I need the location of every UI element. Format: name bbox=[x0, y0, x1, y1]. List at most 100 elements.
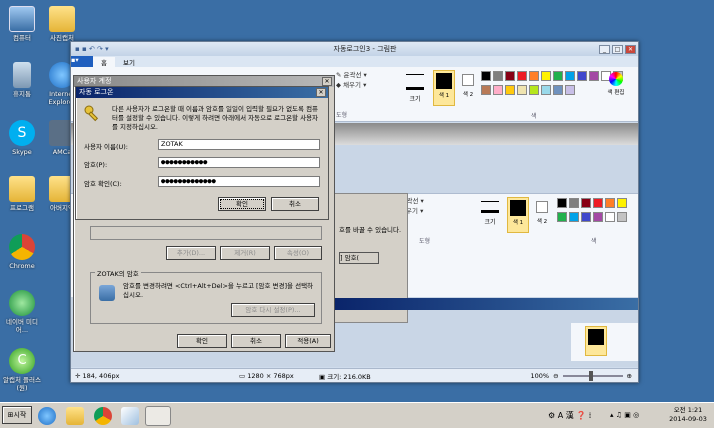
tab-view[interactable]: 보기 bbox=[115, 57, 143, 67]
color2-button[interactable]: 색 2 bbox=[458, 70, 478, 98]
desktop-icon-alcapture[interactable]: C 알캡처 플러스(원) bbox=[0, 348, 44, 392]
cancel-button[interactable]: 취소 bbox=[231, 334, 281, 348]
fill-button[interactable]: ◆ 채우기 ▾ bbox=[336, 80, 386, 90]
color-swatch[interactable] bbox=[517, 71, 527, 81]
image-dimensions: ▭ 1280 × 768px bbox=[239, 371, 294, 380]
tab-home[interactable]: 홈 bbox=[93, 56, 115, 67]
color-swatch[interactable] bbox=[481, 71, 491, 81]
add-user-button[interactable]: 추가(D)... bbox=[166, 246, 216, 260]
colors-group-label: 색 bbox=[531, 113, 537, 120]
desktop-icon-label: Chrome bbox=[9, 262, 35, 270]
desktop-icon-label: 프로그램 bbox=[10, 204, 34, 212]
inner-color-palette bbox=[556, 197, 636, 225]
desktop-icon-chrome[interactable]: Chrome bbox=[0, 234, 44, 270]
color-swatch[interactable] bbox=[493, 71, 503, 81]
color-swatch[interactable] bbox=[517, 85, 527, 95]
cancel-button[interactable]: 취소 bbox=[271, 197, 319, 211]
desktop-icon-label: 알캡처 플러스(원) bbox=[3, 376, 41, 392]
desktop-icon-naver-media[interactable]: 네이버 미디어... bbox=[0, 290, 44, 334]
auto-logon-dialog: 자동 로그온 ✕ 다른 사용자가 로그온할 때 이름과 암호를 일일이 입력할 … bbox=[75, 86, 329, 220]
color-swatch[interactable] bbox=[569, 198, 579, 208]
minimize-button[interactable]: _ bbox=[599, 44, 610, 54]
color-swatch[interactable] bbox=[569, 212, 579, 222]
clock[interactable]: 오전 1:21 2014-09-03 bbox=[664, 406, 712, 424]
color-swatch[interactable] bbox=[529, 85, 539, 95]
ok-button[interactable]: 확인 bbox=[218, 197, 266, 211]
zoom-in-button[interactable]: ⊕ bbox=[627, 372, 632, 380]
password-label: 암호(P): bbox=[84, 161, 108, 169]
color-swatch[interactable] bbox=[505, 71, 515, 81]
chrome-icon[interactable] bbox=[94, 407, 112, 425]
file-explorer-icon[interactable] bbox=[66, 407, 84, 425]
color-swatch[interactable] bbox=[605, 198, 615, 208]
color-swatch[interactable] bbox=[541, 71, 551, 81]
color1-button[interactable]: 색 1 bbox=[433, 70, 455, 106]
color-swatch[interactable] bbox=[581, 198, 591, 208]
remove-user-button[interactable]: 제거(R) bbox=[220, 246, 270, 260]
desktop-icon-label: Skype bbox=[12, 148, 32, 156]
color-swatch[interactable] bbox=[505, 85, 515, 95]
color-swatch[interactable] bbox=[541, 85, 551, 95]
edit-colors-button[interactable]: 색 편집 bbox=[606, 70, 626, 96]
color-swatch[interactable] bbox=[553, 85, 563, 95]
color-swatch[interactable] bbox=[581, 212, 591, 222]
tray-icons[interactable]: ⚙ A 漢 ❓ ⁞ bbox=[548, 410, 591, 421]
desktop-icon-label: 휴지통 bbox=[13, 90, 31, 98]
properties-button[interactable]: 속성(O) bbox=[274, 246, 322, 260]
color-swatch[interactable] bbox=[529, 71, 539, 81]
user-accounts-taskbar-icon[interactable] bbox=[145, 406, 171, 426]
dialog-close-button[interactable]: ✕ bbox=[316, 88, 326, 97]
groupbox-title: ZOTAK의 암호 bbox=[95, 268, 141, 278]
file-menu-button[interactable]: ▪▾ bbox=[71, 56, 93, 67]
dialog-close-button[interactable]: ✕ bbox=[322, 77, 332, 86]
apply-button[interactable]: 적용(A) bbox=[285, 334, 331, 348]
color-swatch[interactable] bbox=[605, 212, 615, 222]
color-swatch[interactable] bbox=[577, 71, 587, 81]
computer-icon bbox=[9, 6, 35, 32]
ok-button[interactable]: 확인 bbox=[177, 334, 227, 348]
size-button[interactable]: 크기 bbox=[404, 70, 426, 103]
recycle-bin-icon bbox=[13, 62, 31, 88]
internet-explorer-icon[interactable] bbox=[38, 407, 56, 425]
paint-icon[interactable] bbox=[121, 407, 139, 425]
color-swatch[interactable] bbox=[565, 85, 575, 95]
zoom-out-button[interactable]: ⊖ bbox=[553, 372, 558, 380]
color-swatch[interactable] bbox=[481, 85, 491, 95]
password-groupbox: ZOTAK의 암호 암호를 변경하려면 <Ctrl+Alt+Del>을 누르고 … bbox=[90, 268, 322, 324]
color-swatch[interactable] bbox=[565, 71, 575, 81]
chrome-icon bbox=[9, 234, 35, 260]
confirm-password-field[interactable]: ●●●●●●●●●●●●● bbox=[158, 176, 320, 187]
reset-password-button[interactable]: 암호 다시 설정(P)... bbox=[231, 303, 315, 317]
color-swatch[interactable] bbox=[557, 198, 567, 208]
zoom-slider[interactable] bbox=[562, 370, 623, 381]
color-swatch[interactable] bbox=[553, 71, 563, 81]
close-button[interactable]: ✕ bbox=[625, 44, 636, 54]
inner-highlight-bar bbox=[333, 298, 638, 310]
color-swatch[interactable] bbox=[593, 198, 603, 208]
color-swatch[interactable] bbox=[493, 85, 503, 95]
color-swatch[interactable] bbox=[557, 212, 567, 222]
desktop-icon-recycle-bin[interactable]: 휴지통 bbox=[0, 62, 44, 98]
quick-access-toolbar[interactable]: ▪ ▪ ↶ ↷ ▾ bbox=[71, 45, 131, 53]
inner-color1: 색 1 bbox=[507, 197, 529, 233]
color-swatch[interactable] bbox=[589, 71, 599, 81]
status-bar: ✛ 184, 406px ▭ 1280 × 768px ▣ 크기: 216.0K… bbox=[71, 368, 638, 382]
inner-text-fragment: 호를 바꿀 수 있습니다. bbox=[339, 226, 402, 234]
confirm-password-label: 암호 확인(C): bbox=[84, 180, 122, 188]
color-swatch[interactable] bbox=[593, 212, 603, 222]
clock-time: 오전 1:21 bbox=[673, 406, 703, 414]
desktop-icon-computer[interactable]: 컴퓨터 bbox=[0, 6, 44, 42]
color-swatch[interactable] bbox=[617, 212, 627, 222]
color-swatch[interactable] bbox=[617, 198, 627, 208]
outline-button[interactable]: ✎ 윤곽선 ▾ bbox=[336, 70, 386, 80]
username-field[interactable]: ZOTAK bbox=[158, 139, 320, 150]
start-button[interactable]: ⊞시작 bbox=[2, 406, 32, 424]
inner-ribbon-fragment bbox=[571, 323, 638, 361]
desktop-icon-skype[interactable]: S Skype bbox=[0, 120, 44, 156]
tray-extra-icons[interactable]: ▴ ♫ ▣ ◎ bbox=[610, 411, 639, 419]
password-field[interactable]: ●●●●●●●●●●● bbox=[158, 157, 320, 168]
maximize-button[interactable]: □ bbox=[612, 44, 623, 54]
ime-indicator: A 漢 bbox=[557, 411, 574, 420]
desktop-icon-programs[interactable]: 프로그램 bbox=[0, 176, 44, 212]
desktop-icon-photos[interactable]: 사진캡처 bbox=[40, 6, 84, 42]
